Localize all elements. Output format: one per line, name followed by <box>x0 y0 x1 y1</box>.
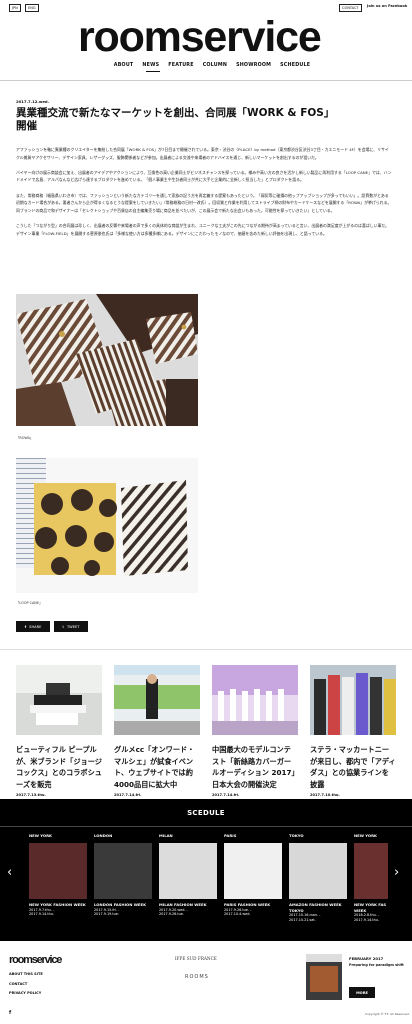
facebook-icon: f <box>24 624 27 629</box>
facebook-share-button[interactable]: f SHARE <box>16 621 50 632</box>
schedule-dates: 2017.9.26.tue. - 2017.10.4.wed. <box>224 907 252 917</box>
footer-links: ABOUT THIS SITE CONTACT PRIVACY POLICY f <box>9 970 43 1018</box>
schedule-title: SCEDULE <box>187 809 225 817</box>
related-article-image <box>212 665 298 735</box>
article-image-rowa <box>16 294 198 426</box>
article-paragraph: また、常務商務（福島県いわき市）では、ファッションという新たなカテゴリーを通して… <box>16 192 392 213</box>
image-caption: 「ROWA」 <box>16 436 34 440</box>
nav-about[interactable]: ABOUT <box>114 63 134 68</box>
image-caption: 「LOOP CANE」 <box>16 601 43 605</box>
copyright: Copyright © F.T. All Reserved. <box>365 1012 410 1016</box>
related-article-card[interactable]: ステラ・マッカートニーが来日し、都内で「アディダス」との協業ラインを披露 201… <box>310 665 396 797</box>
schedule-image <box>354 843 388 899</box>
schedule-city: PARIS <box>224 833 237 838</box>
schedule-city: NEW YORK <box>29 833 52 838</box>
nav-feature[interactable]: FEATURE <box>168 63 193 68</box>
schedule-dates: 2017.10.16.mon. - 2017.10.21.sat. <box>289 913 321 922</box>
article-body: アファッションを軸に異業種のクリエイターを集結した合同展「WORK & FOS」… <box>16 146 392 245</box>
related-article-image <box>310 665 396 735</box>
article-date: 2017.7.12.wed. <box>16 99 50 104</box>
carousel-next-arrow[interactable]: › <box>394 865 399 880</box>
schedule-card[interactable]: NEW YORK NEW YORK FASHION WEEK 2017.9.7.… <box>29 833 89 917</box>
related-article-card[interactable]: グルメcc「オンワード・マルシェ」が試食イベント、ウェブサイトでは約4000品目… <box>114 665 200 797</box>
header-divider <box>0 80 412 81</box>
schedule-dates: 2017.9.7.thu. - 2017.9.14.thu. <box>29 907 55 917</box>
schedule-card[interactable]: PARIS PARIS FASHION WEEK 2017.9.26.tue. … <box>224 833 284 917</box>
contact-button[interactable]: CONTACT <box>339 4 362 12</box>
schedule-event: NEW YORK FAS WEEK <box>354 902 387 913</box>
more-button[interactable]: MORE <box>349 987 375 998</box>
related-article-date: 2017.7.14.fri. <box>212 793 240 797</box>
schedule-divider <box>0 826 412 827</box>
schedule-event: AMAZON FASHION WEEK TOKYO <box>289 902 342 913</box>
site-logo[interactable]: roomservice <box>78 14 322 60</box>
facebook-icon[interactable]: f <box>9 1010 11 1016</box>
schedule-event: LONDON FASHION WEEK <box>94 902 147 907</box>
nav-showroom[interactable]: SHOWROOM <box>236 63 271 68</box>
related-article-card[interactable]: 中国最大のモデルコンテスト「新絲路カバーガールオーディション 2017」日本大会… <box>212 665 298 797</box>
related-article-title: 中国最大のモデルコンテスト「新絲路カバーガールオーディション 2017」日本大会… <box>212 745 296 789</box>
article-paragraph: バイヤー向けの展示商談会に加え、出展者のアイデアやアクションにより、互換性の高い… <box>16 169 392 183</box>
schedule-section: SCEDULE ‹ › NEW YORK NEW YORK FASHION WE… <box>0 799 412 941</box>
nav-schedule[interactable]: SCHEDULE <box>280 63 310 68</box>
schedule-image <box>94 843 152 899</box>
facebook-link[interactable]: Join us on Facebook <box>367 4 407 8</box>
related-article-title: ステラ・マッカートニーが来日し、都内で「アディダス」との協業ラインを披露 <box>310 745 396 789</box>
related-article-title: ビューティフル ピープルが、米ブランド「ジョージコックス」とのコラボシューズを販… <box>16 745 102 789</box>
related-article-image <box>16 665 102 735</box>
footer-link-contact[interactable]: CONTACT <box>9 980 43 990</box>
schedule-image <box>159 843 217 899</box>
footer-logo[interactable]: roomservice <box>9 954 62 966</box>
footer-link-about[interactable]: ABOUT THIS SITE <box>9 970 43 980</box>
article-paragraph: こうした「つながり型」の合同展は珍しく、出展者の反響や来場者の声で多くの具体的な… <box>16 222 390 236</box>
schedule-image <box>224 843 282 899</box>
schedule-city: TOKYO <box>289 833 304 838</box>
related-article-date: 2017.7.13.thu. <box>16 793 46 797</box>
article-paragraph: アファッションを軸に異業種のクリエイターを集結した合同展「WORK & FOS」… <box>16 147 389 160</box>
schedule-dates: 2017.9.20.wed. - 2017.9.26.tue. <box>159 907 188 917</box>
twitter-icon: t <box>62 624 64 629</box>
lang-jpn-button[interactable]: JPN <box>9 4 21 12</box>
related-article-title: グルメcc「オンワード・マルシェ」が試食イベント、ウェブサイトでは約4000品目… <box>114 745 195 789</box>
schedule-city: LONDON <box>94 833 113 838</box>
lang-eng-button[interactable]: ENG <box>25 4 39 12</box>
schedule-image <box>29 843 87 899</box>
magazine-issue: FEBRUARY 2017 <box>349 956 384 961</box>
schedule-city: MILAN <box>159 833 173 838</box>
related-article-date: 2017.7.14.fri. <box>114 793 142 797</box>
nav-column[interactable]: COLUMN <box>203 63 227 68</box>
related-article-card[interactable]: ビューティフル ピープルが、米ブランド「ジョージコックス」とのコラボシューズを販… <box>16 665 102 797</box>
related-article-image <box>114 665 200 735</box>
nav-active-indicator <box>146 71 160 72</box>
schedule-card[interactable]: TOKYO AMAZON FASHION WEEK TOKYO 2017.10.… <box>289 833 349 922</box>
article-image-loop-cane <box>16 458 198 593</box>
carousel-prev-arrow[interactable]: ‹ <box>7 865 12 880</box>
nav-news[interactable]: NEWS <box>142 63 159 68</box>
partner-rooms[interactable]: ROOMS <box>185 974 209 980</box>
schedule-dates: 2017.9.15.fri. - 2017.9.19.tue. <box>94 907 120 917</box>
footer-link-privacy[interactable]: PRIVACY POLICY <box>9 989 43 999</box>
magazine-cover[interactable] <box>306 954 342 1000</box>
schedule-card[interactable]: LONDON LONDON FASHION WEEK 2017.9.15.fri… <box>94 833 154 917</box>
partner-ifpe[interactable]: IFPE SUD FRANCE <box>175 956 217 961</box>
related-article-date: 2017.7.10.thu. <box>310 793 340 797</box>
magazine-subtitle: Preparing for paradigm shift <box>349 963 404 967</box>
schedule-event: NEW YORK FASHION WEEK <box>29 902 86 907</box>
twitter-share-button[interactable]: t TWEET <box>54 621 88 632</box>
main-nav: ABOUT NEWS FEATURE COLUMN SHOWROOM SCHED… <box>0 63 412 68</box>
schedule-dates: 2018.2.8.thu. - 2017.9.14.thu. <box>354 913 380 922</box>
schedule-card[interactable]: NEW YORK NEW YORK FAS WEEK 2018.2.8.thu.… <box>354 833 388 922</box>
article-title: 異業種交流で新たなマーケットを創出、合同展「WORK & FOS」 開催 <box>16 107 335 132</box>
section-divider <box>0 649 412 650</box>
schedule-image <box>289 843 347 899</box>
schedule-card[interactable]: MILAN MILAN FASHION WEEK 2017.9.20.wed. … <box>159 833 219 917</box>
schedule-city: NEW YORK <box>354 833 377 838</box>
